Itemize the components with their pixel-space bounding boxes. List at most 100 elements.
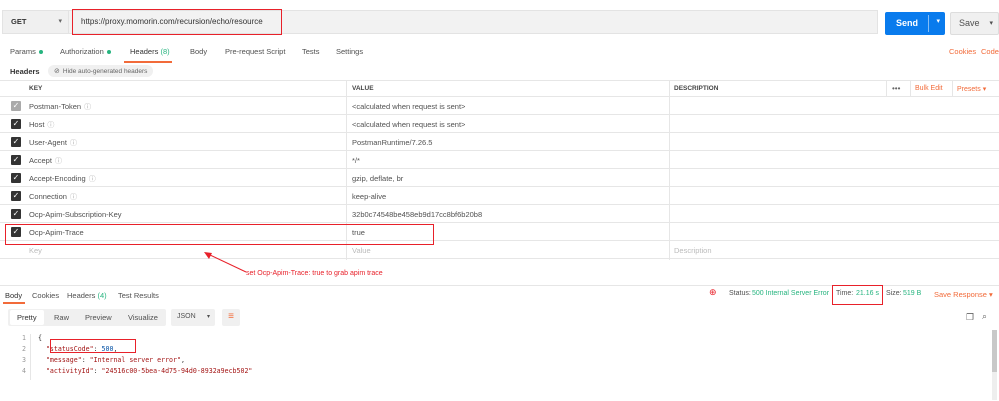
view-pretty-button[interactable]: Pretty (10, 310, 44, 325)
status-dot (106, 50, 111, 55)
row-value: <calculated when request is sent> (352, 102, 466, 111)
tab-settings[interactable]: Settings (336, 47, 363, 56)
tab-response-headers[interactable]: Headers (4) (67, 291, 107, 300)
row-key: Accept ⓘ (29, 156, 62, 165)
hide-auto-headers-toggle[interactable]: ⊘ Hide auto-generated headers (48, 65, 154, 77)
tab-pre-request-script[interactable]: Pre-request Script (225, 47, 285, 56)
copy-icon[interactable]: ❐ (966, 312, 974, 323)
time-highlight-box (832, 285, 883, 305)
row-value: keep-alive (352, 192, 387, 201)
search-icon[interactable]: ⌕ (982, 311, 987, 322)
status-dot (38, 50, 43, 55)
view-preview-button[interactable]: Preview (85, 313, 112, 322)
column-description: DESCRIPTION (674, 85, 719, 92)
tab-test-results[interactable]: Test Results (118, 291, 159, 300)
line-number: 3 (22, 356, 26, 364)
status-value[interactable]: 500 Internal Server Error (752, 290, 829, 297)
row-checkbox[interactable]: ✓ (11, 137, 21, 147)
table-row: ✓ Postman-Token ⓘ <calculated when reques… (0, 97, 999, 115)
tab-tests[interactable]: Tests (302, 47, 320, 56)
tab-response-body[interactable]: Body (5, 291, 22, 300)
new-key-input[interactable]: Key (29, 246, 42, 255)
view-visualize-button[interactable]: Visualize (128, 313, 158, 322)
row-key: User-Agent ⓘ (29, 138, 77, 147)
size-label: Size: (886, 290, 902, 297)
row-value: 32b0c74548be458eb9d17cc8bf6b20b8 (352, 210, 483, 219)
row-key: Host ⓘ (29, 120, 55, 129)
tab-label: Params (10, 47, 36, 56)
annotation-arrow (204, 252, 247, 273)
row-key: Postman-Token ⓘ (29, 102, 92, 111)
line-number: 1 (22, 334, 26, 342)
table-row: ✓ Accept ⓘ */* (0, 151, 999, 169)
tab-body[interactable]: Body (190, 47, 207, 56)
tab-label: Headers (67, 291, 96, 300)
trace-row-highlight-box (5, 224, 434, 245)
chevron-down-icon: ▾ (989, 290, 993, 299)
send-button[interactable]: Send ▾ (885, 12, 945, 35)
row-checkbox[interactable]: ✓ (11, 191, 21, 201)
row-checkbox[interactable]: ✓ (11, 155, 21, 165)
info-icon: ⓘ (47, 122, 55, 129)
tab-headers[interactable]: Headers (8) (130, 47, 170, 56)
more-options-icon[interactable]: ••• (892, 84, 900, 93)
status-label: Status: (729, 290, 751, 297)
row-key: Ocp-Apim-Subscription-Key (29, 210, 122, 219)
row-checkbox[interactable]: ✓ (11, 209, 21, 219)
line-number: 4 (22, 367, 26, 375)
row-checkbox[interactable]: ✓ (11, 101, 21, 111)
line-number: 2 (22, 345, 26, 353)
new-description-input[interactable]: Description (674, 246, 712, 255)
code-line: "activityId": "24516c00-5bea-4d75-94d0-8… (45, 367, 253, 375)
save-response-button[interactable]: Save Response ▾ (934, 290, 993, 299)
tab-authorization[interactable]: Authorization (60, 47, 111, 56)
tab-response-cookies[interactable]: Cookies (32, 291, 59, 300)
chevron-down-icon[interactable]: ▾ (936, 17, 940, 25)
table-header: KEY VALUE DESCRIPTION ••• Bulk Edit Pres… (0, 80, 999, 97)
tab-count: (4) (97, 291, 107, 300)
code-line: { (38, 334, 42, 342)
toggle-label: Hide auto-generated headers (62, 68, 148, 75)
info-icon: ⓘ (69, 194, 77, 201)
row-value: <calculated when request is sent> (352, 120, 466, 129)
table-row: ✓ Host ⓘ <calculated when request is sent… (0, 115, 999, 133)
active-tab-indicator (3, 302, 25, 304)
table-row: ✓ Ocp-Apim-Subscription-Key 32b0c74548be… (0, 205, 999, 223)
chevron-down-icon: ▾ (206, 314, 210, 320)
bulk-edit-link[interactable]: Bulk Edit (915, 85, 943, 92)
chevron-down-icon: ▾ (58, 18, 62, 25)
wrap-lines-icon[interactable]: ≡ (222, 309, 240, 326)
method-select[interactable]: GET ▾ (2, 10, 68, 34)
save-button[interactable]: Save ▾ (950, 12, 999, 35)
info-icon: ⓘ (69, 140, 77, 147)
globe-icon[interactable]: ⊕ (709, 287, 717, 298)
row-checkbox[interactable]: ✓ (11, 173, 21, 183)
tab-label: Headers (130, 47, 159, 56)
row-value: PostmanRuntime/7.26.5 (352, 138, 433, 147)
presets-label: Presets (957, 86, 981, 93)
info-icon: ⓘ (54, 158, 62, 165)
method-label: GET (11, 17, 27, 26)
table-row: ✓ User-Agent ⓘ PostmanRuntime/7.26.5 (0, 133, 999, 151)
column-key: KEY (29, 85, 43, 92)
new-value-input[interactable]: Value (352, 246, 371, 255)
row-key: Accept-Encoding ⓘ (29, 174, 96, 183)
cookies-link[interactable]: Cookies (949, 47, 976, 56)
format-select[interactable]: JSON ▾ (171, 309, 215, 326)
size-value[interactable]: 519 B (903, 290, 921, 297)
code-link[interactable]: Code (981, 47, 999, 56)
table-row: ✓ Connection ⓘ keep-alive (0, 187, 999, 205)
send-label: Send (896, 18, 919, 28)
tab-label: Authorization (60, 47, 104, 56)
presets-dropdown[interactable]: Presets ▾ (957, 85, 986, 93)
tab-params[interactable]: Params (10, 47, 43, 56)
view-mode-group: Pretty Raw Preview Visualize (8, 309, 166, 326)
scrollbar-thumb[interactable] (992, 330, 997, 372)
save-response-label: Save Response (934, 290, 987, 299)
row-checkbox[interactable]: ✓ (11, 119, 21, 129)
url-highlight-box (72, 9, 282, 35)
table-row: ✓ Accept-Encoding ⓘ gzip, deflate, br (0, 169, 999, 187)
eye-off-icon: ⊘ (54, 68, 60, 75)
chevron-down-icon[interactable]: ▾ (989, 19, 993, 27)
view-raw-button[interactable]: Raw (54, 313, 69, 322)
